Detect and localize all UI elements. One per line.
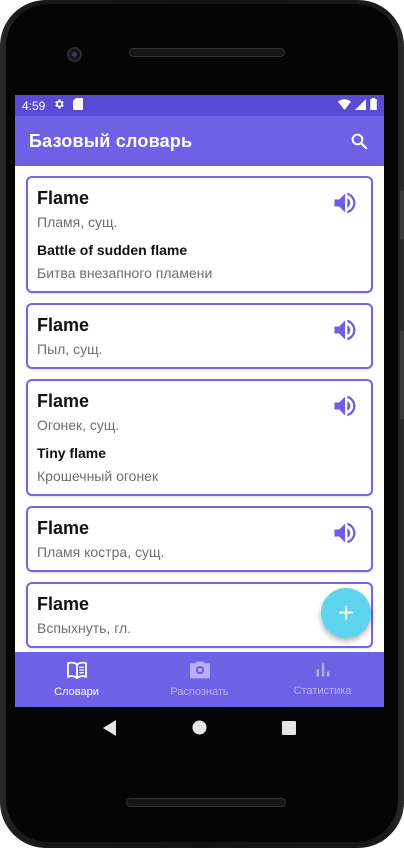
volume-button — [400, 190, 404, 240]
status-time: 4:59 — [22, 98, 46, 113]
bottom-speaker — [126, 798, 286, 807]
sd-card-icon — [73, 98, 84, 113]
example-translation: Битва внезапного пламени — [37, 265, 213, 281]
word-translation: Вспыхнуть, гл. — [37, 620, 132, 636]
word-translation: Пыл, сущ. — [37, 341, 103, 357]
word-title: Flame — [37, 315, 90, 335]
word-title: Flame — [37, 518, 90, 538]
word-title: Flame — [37, 594, 90, 614]
camera-icon — [189, 661, 210, 686]
earpiece-speaker — [129, 48, 285, 57]
nav-item-statistics[interactable]: Статистика — [261, 652, 384, 707]
nav-label: Словари — [54, 686, 99, 698]
wifi-icon — [338, 98, 351, 113]
example-translation: Крошечный огонек — [37, 468, 159, 484]
volume-icon[interactable] — [331, 392, 359, 420]
example-phrase: Tiny flame — [37, 445, 106, 461]
volume-icon[interactable] — [331, 189, 359, 217]
word-card[interactable]: Flame Пламя костра, сущ. — [26, 506, 373, 572]
word-translation: Пламя, сущ. — [37, 214, 118, 230]
search-icon[interactable] — [348, 130, 370, 152]
bottom-navigation: Словари Распознать Статистика — [15, 652, 384, 707]
plus-icon: + — [337, 597, 355, 628]
nav-label: Распознать — [170, 686, 229, 698]
battery-icon — [370, 98, 377, 113]
nav-item-recognize[interactable]: Распознать — [138, 652, 261, 707]
word-translation: Пламя костра, сущ. — [37, 544, 165, 560]
word-card[interactable]: Flame Пламя, сущ. Battle of sudden flame… — [26, 176, 373, 293]
app-screen: 4:59 Базовый словарь Flame Пламя, сущ. B… — [15, 95, 384, 707]
phone-frame: 4:59 Базовый словарь Flame Пламя, сущ. B… — [0, 0, 404, 848]
back-icon[interactable] — [102, 719, 117, 741]
front-camera — [67, 47, 82, 62]
example-phrase: Battle of sudden flame — [37, 242, 188, 258]
word-translation: Огонек, сущ. — [37, 417, 120, 433]
word-card[interactable]: Flame Огонек, сущ. Tiny flame Крошечный … — [26, 379, 373, 496]
page-title: Базовый словарь — [29, 130, 193, 151]
system-navigation-bar — [15, 707, 384, 753]
home-icon[interactable] — [192, 720, 207, 740]
power-button — [400, 330, 404, 420]
signal-icon — [355, 98, 366, 113]
bar-chart-icon — [315, 662, 331, 685]
nav-item-dictionaries[interactable]: Словари — [15, 652, 138, 707]
status-bar: 4:59 — [15, 95, 384, 116]
book-icon — [66, 661, 88, 686]
nav-label: Статистика — [293, 685, 352, 697]
volume-icon[interactable] — [331, 316, 359, 344]
word-card[interactable]: Flame Пыл, сущ. — [26, 303, 373, 369]
word-title: Flame — [37, 391, 90, 411]
app-bar: Базовый словарь — [15, 116, 384, 166]
word-list[interactable]: Flame Пламя, сущ. Battle of sudden flame… — [15, 166, 384, 652]
add-word-button[interactable]: + — [321, 588, 371, 638]
word-title: Flame — [37, 188, 90, 208]
settings-icon — [53, 98, 65, 113]
recents-icon[interactable] — [282, 720, 297, 740]
volume-icon[interactable] — [331, 519, 359, 547]
